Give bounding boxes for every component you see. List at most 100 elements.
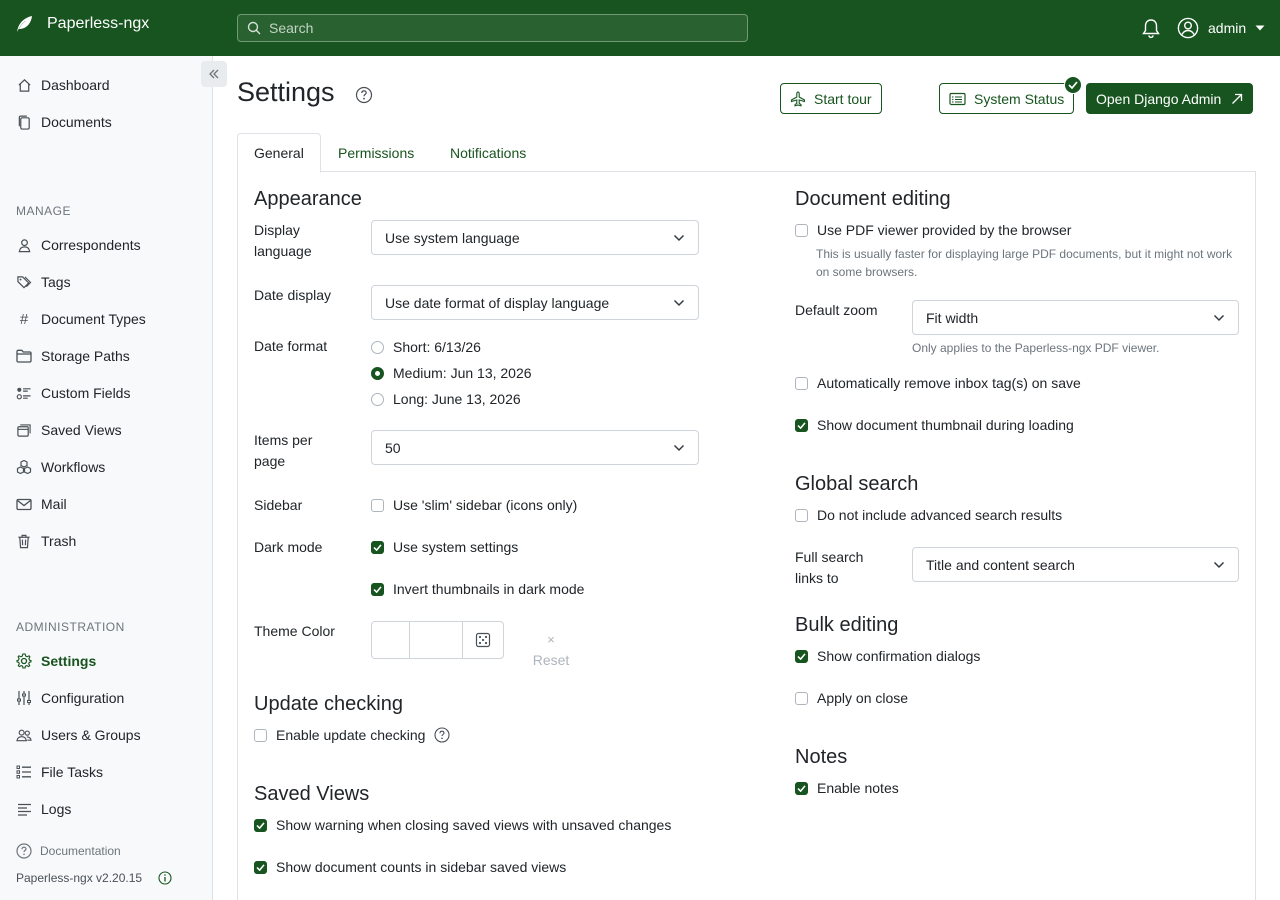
documentation-link[interactable]: Documentation [16,843,121,859]
help-question-icon[interactable] [355,86,373,104]
date-format-long-label: Long: June 13, 2026 [393,391,521,407]
use-system-settings-checkbox[interactable] [371,540,384,554]
sidebar-item-label: Tags [41,274,71,290]
house-icon [16,77,32,93]
system-status-button[interactable]: System Status [939,83,1075,114]
warn-unsaved-option[interactable]: Show warning when closing saved views wi… [254,817,671,833]
reset-color-button[interactable]: × Reset [531,632,571,668]
tab-notifications[interactable]: Notifications [434,133,542,172]
sidebar-item-mail[interactable]: Mail [16,494,67,514]
sidebar-item-label: Settings [41,653,97,669]
sidebar-item-settings[interactable]: Settings [16,651,96,671]
tab-general[interactable]: General [237,133,321,173]
slim-sidebar-label: Use 'slim' sidebar (icons only) [393,497,578,513]
brand[interactable]: Paperless-ngx [14,14,149,34]
remove-inbox-checkbox[interactable] [795,376,808,390]
remove-inbox-option[interactable]: Automatically remove inbox tag(s) on sav… [795,375,1081,391]
close-icon: × [547,632,555,647]
person-circle-icon [1177,17,1199,39]
people-icon [16,727,32,743]
sidebar-item-trash[interactable]: Trash [16,531,76,551]
top-navbar: Paperless-ngx admin [0,0,1280,56]
date-format-short[interactable]: Short: 6/13/26 [371,339,481,355]
full-search-select[interactable]: Title and content search [912,547,1239,582]
date-display-select[interactable]: Use date format of display language [371,285,699,320]
color-swatch[interactable] [372,622,410,658]
pdf-viewer-checkbox[interactable] [795,223,808,237]
no-advanced-search-option[interactable]: Do not include advanced search results [795,507,1062,523]
show-counts-label: Show document counts in sidebar saved vi… [276,859,567,875]
tab-permissions[interactable]: Permissions [322,133,430,172]
sidebar-item-file-tasks[interactable]: File Tasks [16,762,103,782]
sidebar-item-storage-paths[interactable]: Storage Paths [16,346,130,366]
sidebar-item-workflows[interactable]: Workflows [16,457,105,477]
theme-color-picker[interactable] [371,621,504,659]
sidebar-item-label: Dashboard [41,77,110,93]
start-tour-button[interactable]: Start tour [780,83,882,114]
radio-long[interactable] [371,392,384,406]
items-per-page-select[interactable]: 50 [371,430,699,465]
sidebar-item-dashboard[interactable]: Dashboard [16,75,110,95]
sidebar-item-configuration[interactable]: Configuration [16,688,124,708]
radio-short[interactable] [371,340,384,354]
slim-sidebar-checkbox[interactable] [371,498,384,512]
sidebar-item-label: Documents [41,114,112,130]
invert-thumbnails-checkbox[interactable] [371,582,384,596]
show-thumbnail-checkbox[interactable] [795,418,808,432]
date-format-medium-label: Medium: Jun 13, 2026 [393,365,532,381]
apply-on-close-checkbox[interactable] [795,691,808,705]
global-search[interactable] [237,14,748,42]
system-status-label: System Status [974,90,1065,107]
slim-sidebar-option[interactable]: Use 'slim' sidebar (icons only) [371,497,577,513]
sidebar-item-label: Custom Fields [41,385,131,401]
confirm-dialogs-option[interactable]: Show confirmation dialogs [795,648,980,664]
sidebar-item-label: Storage Paths [41,348,130,364]
radio-medium[interactable] [371,366,384,380]
enable-notes-checkbox[interactable] [795,781,808,795]
random-color-button[interactable] [463,622,503,658]
date-format-medium[interactable]: Medium: Jun 13, 2026 [371,365,532,381]
sidebar-item-label: Document Types [41,311,146,327]
warn-unsaved-label: Show warning when closing saved views wi… [276,817,672,833]
envelope-icon [16,496,32,512]
info-circle-icon[interactable] [158,871,172,885]
sidebar-item-correspondents[interactable]: Correspondents [16,235,141,255]
collapse-sidebar-button[interactable] [201,61,227,87]
sidebar-item-custom-fields[interactable]: Custom Fields [16,383,130,403]
notes-heading: Notes [795,746,848,768]
sidebar-item-logs[interactable]: Logs [16,799,71,819]
use-system-settings-option[interactable]: Use system settings [371,539,518,555]
show-counts-option[interactable]: Show document counts in sidebar saved vi… [254,859,566,875]
hash-icon: # [19,310,29,328]
pdf-viewer-option[interactable]: Use PDF viewer provided by the browser [795,222,1071,238]
open-django-admin-button[interactable]: Open Django Admin [1086,83,1254,114]
user-menu[interactable]: admin [1177,17,1265,39]
sidebar-item-document-types[interactable]: # Document Types [16,309,146,329]
no-advanced-search-checkbox[interactable] [795,508,808,522]
sidebar-item-tags[interactable]: Tags [16,272,71,292]
sidebar-item-saved-views[interactable]: Saved Views [16,420,122,440]
help-question-icon[interactable] [434,727,451,743]
show-thumbnail-option[interactable]: Show document thumbnail during loading [795,417,1074,433]
enable-notes-option[interactable]: Enable notes [795,780,899,796]
sidebar-item-users-groups[interactable]: Users & Groups [16,725,141,745]
enable-update-checking-checkbox[interactable] [254,728,267,742]
folder-icon [16,348,32,364]
default-zoom-select[interactable]: Fit width [912,300,1239,335]
display-language-select[interactable]: Use system language [371,220,699,255]
sidebar-item-label: Configuration [41,690,125,706]
search-input[interactable] [269,20,729,36]
show-counts-checkbox[interactable] [254,860,267,874]
sidebar-item-documents[interactable]: Documents [16,112,112,132]
document-editing-heading: Document editing [795,188,951,210]
dice-icon [475,632,491,648]
enable-update-checking-option[interactable]: Enable update checking [254,727,451,743]
confirm-dialogs-checkbox[interactable] [795,649,808,663]
warn-unsaved-checkbox[interactable] [254,818,267,832]
date-format-long[interactable]: Long: June 13, 2026 [371,391,521,407]
notifications-bell-icon[interactable] [1141,18,1161,39]
color-hex-input[interactable] [410,622,463,658]
invert-thumbnails-option[interactable]: Invert thumbnails in dark mode [371,581,584,597]
apply-on-close-option[interactable]: Apply on close [795,690,908,706]
tags-icon [16,274,32,290]
